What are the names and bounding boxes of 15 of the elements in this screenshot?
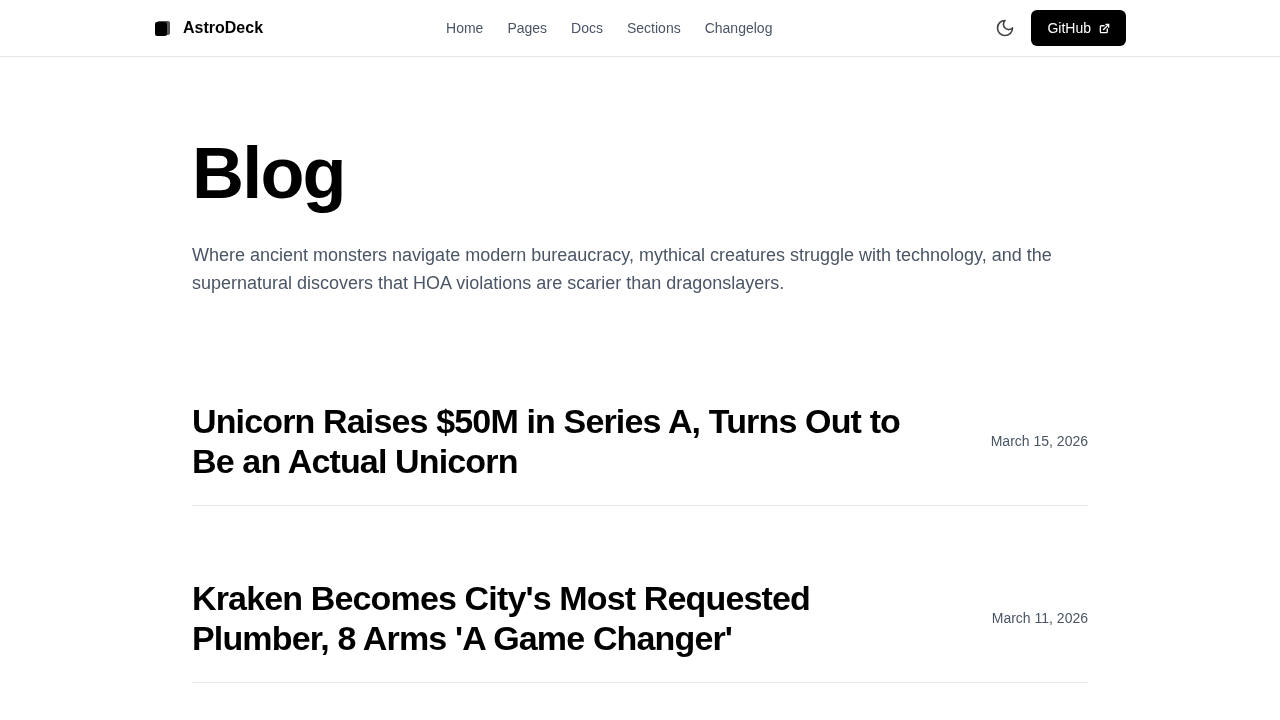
external-link-icon [1099,22,1110,34]
nav-link[interactable]: Docs [571,17,603,39]
logo-icon [154,19,171,37]
github-button[interactable]: GitHub [1031,10,1126,46]
moon-icon[interactable] [995,18,1016,38]
post-date: March 11, 2026 [991,608,1088,628]
nav-link[interactable]: Sections [627,17,681,39]
intro-paragraph: Where ancient monsters navigate modern bureaucracy, mythical creatures struggle with technology, and the supernatural discovers that HOA violations are scarier than dragonslayers. [192,244,1053,295]
post-title-link[interactable]: Unicorn Raises $50M in Series A, Turns Out to Be an Actual Unicorn [192,401,932,481]
post-date: March 15, 2026 [990,431,1088,451]
nav-link[interactable]: Home [446,17,484,39]
post-title-link[interactable]: Kraken Becomes City's Most Requested Plumber, 8 Arms 'A Game Changer' [192,578,932,658]
nav-link[interactable]: Pages [507,17,548,39]
brand-name[interactable]: AstroDeck [183,16,264,40]
nav-link[interactable]: Changelog [704,17,773,39]
